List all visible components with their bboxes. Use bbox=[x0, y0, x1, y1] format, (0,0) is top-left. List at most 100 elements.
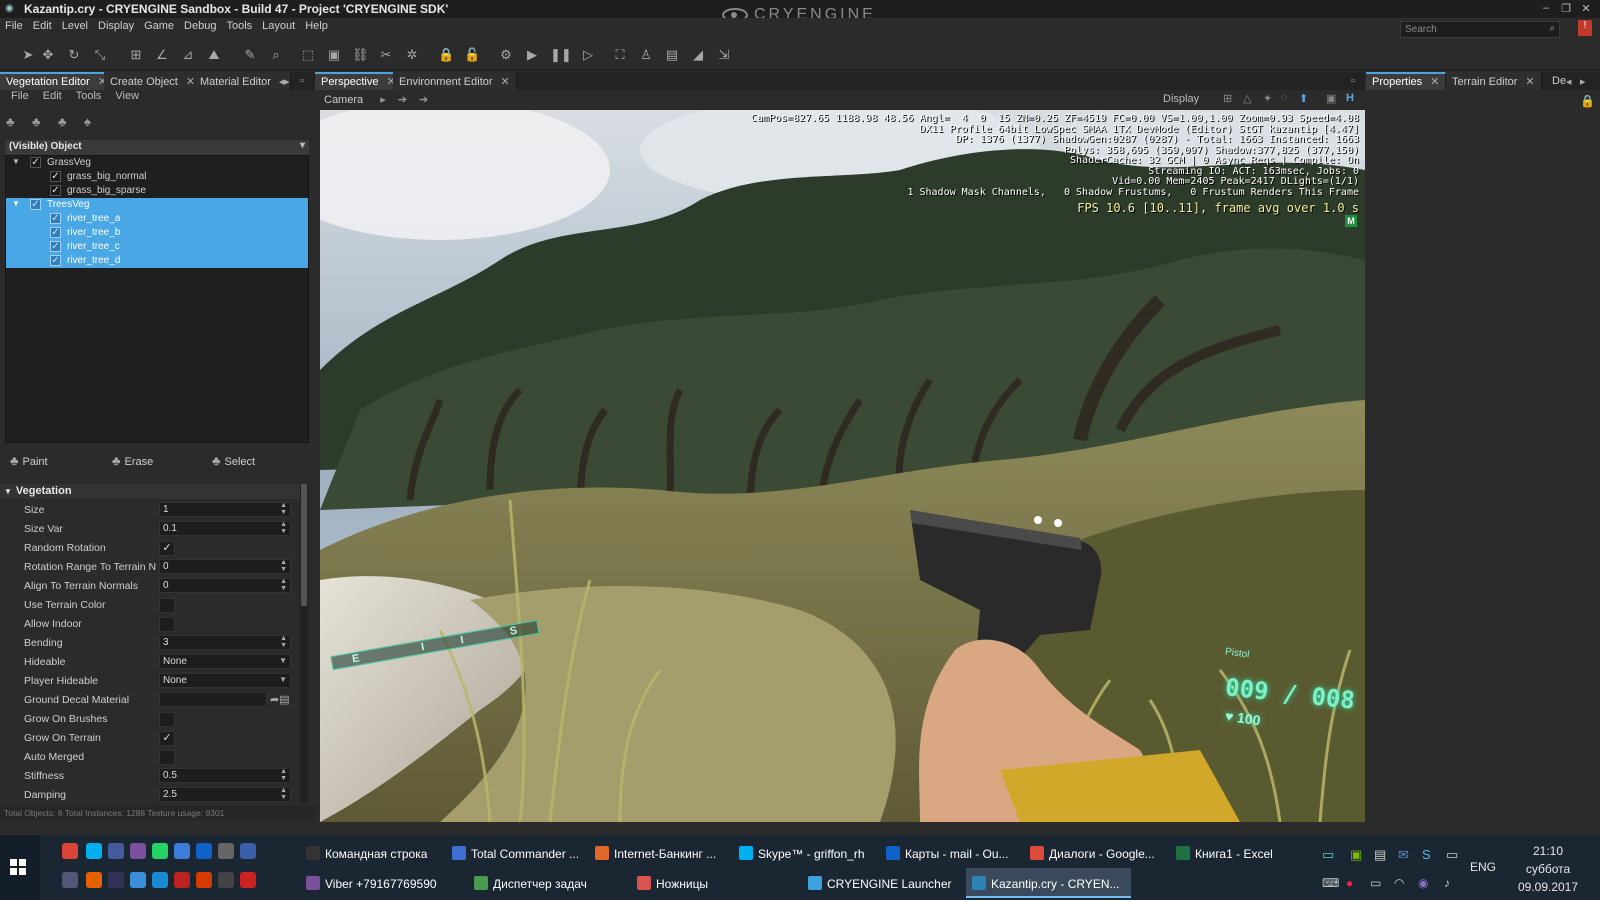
property-checkbox[interactable] bbox=[159, 598, 175, 613]
overlay-icon[interactable]: ▣ bbox=[1326, 92, 1336, 105]
tab-material-editor[interactable]: Material Editor ◂ bbox=[194, 72, 292, 90]
monitor-tray-icon[interactable]: ▭ bbox=[1446, 847, 1458, 863]
calculator-icon[interactable] bbox=[218, 843, 234, 859]
tree-group-treesveg[interactable]: ▼ ✓ TreesVeg bbox=[6, 198, 308, 212]
viber-tray-icon[interactable]: ◉ bbox=[1418, 876, 1428, 890]
property-field[interactable]: 0 ▲ ▼ bbox=[159, 559, 291, 574]
character-icon[interactable]: ♙ bbox=[638, 47, 654, 63]
menu-display[interactable]: Display bbox=[93, 18, 139, 32]
lock-icon[interactable]: 🔒 bbox=[438, 47, 454, 63]
windows-store-icon[interactable] bbox=[152, 872, 168, 888]
spinner-icon[interactable]: ▲ ▼ bbox=[280, 768, 287, 782]
snap-terrain-icon[interactable]: ⛰ bbox=[206, 47, 222, 63]
move-tool-icon[interactable]: ✥ bbox=[40, 47, 56, 63]
menu-level[interactable]: Level bbox=[57, 18, 93, 32]
explorer-icon[interactable] bbox=[240, 872, 256, 888]
snap-scale-icon[interactable]: ⊿ bbox=[180, 47, 196, 63]
camera-menu[interactable]: Camera ▸ ➔ ➔ bbox=[324, 93, 428, 106]
property-dropdown[interactable]: None ▼ bbox=[159, 654, 291, 669]
unlock-icon[interactable]: 🔓 bbox=[464, 47, 480, 63]
property-checkbox[interactable]: ✓ bbox=[159, 731, 175, 746]
visibility-checkbox[interactable]: ✓ bbox=[50, 213, 61, 224]
physics-icon[interactable]: ✲ bbox=[404, 47, 420, 63]
antivirus-tray-icon[interactable]: ● bbox=[1346, 876, 1353, 890]
veg-menu-tools[interactable]: Tools bbox=[69, 90, 109, 102]
spinner-icon[interactable]: ▲ ▼ bbox=[280, 787, 287, 801]
tab-scroll-right-icon[interactable]: ▸ bbox=[1580, 75, 1586, 88]
spinner-icon[interactable]: ▲ ▼ bbox=[280, 502, 287, 516]
taskbar-task[interactable]: Viber +79167769590 bbox=[300, 868, 460, 898]
lighting-icon[interactable]: ◌ bbox=[1281, 92, 1288, 104]
office-icon[interactable] bbox=[196, 872, 212, 888]
browse-file-icon[interactable]: ➦▤ bbox=[270, 693, 290, 706]
helpers-icon[interactable]: ✦ bbox=[1263, 92, 1272, 105]
device-icon[interactable]: ▤ bbox=[1374, 847, 1386, 863]
firefox-icon[interactable] bbox=[86, 872, 102, 888]
tab-scroll-left-icon[interactable]: ◂ bbox=[1566, 75, 1572, 88]
spinner-icon[interactable]: ▲ ▼ bbox=[280, 559, 287, 573]
tree-group-grassveg[interactable]: ▼ ✓ GrassVeg bbox=[6, 156, 308, 170]
network-app-icon[interactable]: ▭ bbox=[1322, 847, 1334, 863]
start-button[interactable] bbox=[0, 835, 40, 900]
wifi-icon[interactable]: ◠ bbox=[1394, 876, 1404, 890]
taskbar-task[interactable]: CRYENGINE Launcher bbox=[802, 868, 960, 898]
select-region-icon[interactable]: ▣ bbox=[326, 47, 342, 63]
property-field[interactable]: 1 ▲ ▼ bbox=[159, 502, 291, 517]
visibility-checkbox[interactable]: ✓ bbox=[50, 241, 61, 252]
outlook-icon[interactable] bbox=[196, 843, 212, 859]
taskbar-task[interactable]: Диалоги - Google... bbox=[1024, 838, 1166, 868]
property-field[interactable]: 2.5 ▲ ▼ bbox=[159, 787, 291, 802]
keyboard-tray-icon[interactable]: ⌨ bbox=[1322, 876, 1339, 890]
settings-icon[interactable] bbox=[218, 872, 234, 888]
tree-filter-dropdown[interactable]: (Visible) Object ▾ bbox=[5, 140, 309, 155]
close-tab-icon[interactable]: ✕ bbox=[501, 76, 510, 88]
spinner-icon[interactable]: ▲ ▼ bbox=[280, 521, 287, 535]
tree-item[interactable]: ✓ river_tree_d bbox=[6, 254, 308, 268]
notes-icon[interactable] bbox=[174, 843, 190, 859]
property-dropdown[interactable]: None ▼ bbox=[159, 673, 291, 688]
media-icon[interactable] bbox=[108, 843, 124, 859]
taskbar-task[interactable]: Internet-Банкинг ... bbox=[589, 838, 729, 868]
taskbar-task[interactable]: Kazantip.cry - CRYEN... bbox=[966, 868, 1131, 898]
menu-debug[interactable]: Debug bbox=[179, 18, 221, 32]
scale-tool-icon[interactable]: ⤡ bbox=[92, 47, 108, 63]
property-field[interactable]: 0.1 ▲ ▼ bbox=[159, 521, 291, 536]
minimize-button[interactable]: – bbox=[1536, 2, 1556, 16]
tab-scroll-right-icon[interactable]: ▸ bbox=[284, 75, 290, 88]
menu-tools[interactable]: Tools bbox=[221, 18, 257, 32]
tree-item[interactable]: ✓ grass_big_sparse bbox=[6, 184, 308, 198]
tab-perspective[interactable]: Perspective ✕ bbox=[315, 72, 403, 90]
find-icon[interactable]: ⌕ bbox=[268, 47, 284, 63]
tree-item[interactable]: ✓ grass_big_normal bbox=[6, 170, 308, 184]
pick-material-icon[interactable]: ✎ bbox=[242, 47, 258, 63]
export-icon[interactable]: ⇲ bbox=[716, 47, 732, 63]
display-menu[interactable]: Display bbox=[1163, 93, 1199, 105]
veg-menu-view[interactable]: View bbox=[108, 90, 146, 102]
close-tab-icon[interactable]: ✕ bbox=[1430, 76, 1439, 88]
folder-icon[interactable] bbox=[130, 872, 146, 888]
camera-move-icon[interactable]: ➔ bbox=[419, 94, 428, 106]
paint-button[interactable]: ♣ Paint bbox=[10, 453, 48, 473]
visibility-checkbox[interactable]: ✓ bbox=[50, 171, 61, 182]
select-all-icon[interactable]: ⬚ bbox=[300, 47, 316, 63]
terrain-icon[interactable]: ◢ bbox=[690, 47, 706, 63]
close-button[interactable]: ✕ bbox=[1576, 2, 1596, 16]
erase-button[interactable]: ♣ Erase bbox=[112, 453, 153, 473]
game-viewport[interactable]: CamPos=827.65 1188.98 48.56 Angl= 4 0 15… bbox=[320, 110, 1365, 822]
spinner-icon[interactable]: ▲ ▼ bbox=[280, 578, 287, 592]
media-player-icon[interactable] bbox=[174, 872, 190, 888]
property-field[interactable] bbox=[159, 692, 267, 707]
anchor-icon[interactable]: ⬆ bbox=[1299, 92, 1308, 105]
property-checkbox[interactable] bbox=[159, 712, 175, 727]
game-icon[interactable] bbox=[62, 872, 78, 888]
menu-layout[interactable]: Layout bbox=[257, 18, 300, 32]
select-tool-icon[interactable]: ➤ bbox=[20, 47, 36, 63]
menu-game[interactable]: Game bbox=[139, 18, 179, 32]
close-tab-icon[interactable]: ✕ bbox=[1525, 76, 1534, 88]
taskbar-task[interactable]: Книга1 - Excel bbox=[1170, 838, 1295, 868]
lock-icon[interactable]: 🔒 bbox=[1580, 94, 1595, 108]
search-input[interactable]: Search ⌕ bbox=[1400, 21, 1560, 38]
language-indicator[interactable]: ENG bbox=[1470, 860, 1496, 874]
taskbar-task[interactable]: Total Commander ... bbox=[446, 838, 584, 868]
snap-angle-icon[interactable]: ∠ bbox=[154, 47, 170, 63]
